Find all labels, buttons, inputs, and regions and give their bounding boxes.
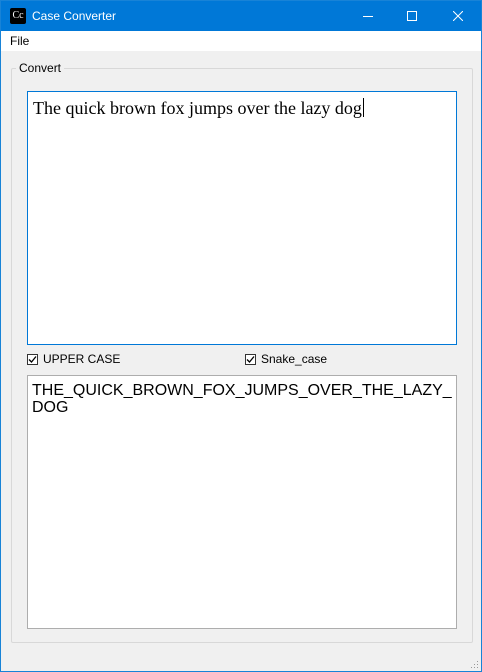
input-text: The quick brown fox jumps over the lazy … <box>33 98 362 118</box>
text-caret <box>362 98 364 117</box>
output-textbox[interactable]: THE_QUICK_BROWN_FOX_JUMPS_OVER_THE_LAZY_… <box>27 375 457 629</box>
checkmark-icon <box>28 355 37 363</box>
menu-file[interactable]: File <box>10 34 29 48</box>
minimize-button[interactable] <box>345 1 391 31</box>
upper-case-checkbox-box[interactable] <box>27 353 38 365</box>
input-textbox[interactable]: The quick brown fox jumps over the lazy … <box>27 91 457 345</box>
window-title: Case Converter <box>32 9 117 23</box>
app-window: Cc Case Converter File Convert The quick… <box>0 0 482 672</box>
minimize-icon <box>363 16 373 17</box>
menu-bar: File <box>1 31 481 51</box>
close-button[interactable] <box>435 1 481 31</box>
maximize-icon <box>407 11 417 21</box>
app-icon: Cc <box>10 8 26 24</box>
convert-group-label: Convert <box>16 61 65 75</box>
output-text: THE_QUICK_BROWN_FOX_JUMPS_OVER_THE_LAZY_… <box>32 382 452 416</box>
input-text-wrapper: The quick brown fox jumps over the lazy … <box>33 98 364 118</box>
upper-case-label: UPPER CASE <box>43 352 121 366</box>
checkmark-icon <box>246 355 255 363</box>
close-icon <box>453 11 463 21</box>
upper-case-checkbox[interactable]: UPPER CASE <box>27 352 120 366</box>
snake-case-label: Snake_case <box>261 352 328 366</box>
resize-grip-icon[interactable] <box>469 659 479 669</box>
title-bar[interactable]: Cc Case Converter <box>1 1 481 31</box>
maximize-button[interactable] <box>389 1 435 31</box>
snake-case-checkbox-box[interactable] <box>245 353 256 365</box>
snake-case-checkbox[interactable]: Snake_case <box>245 352 327 366</box>
